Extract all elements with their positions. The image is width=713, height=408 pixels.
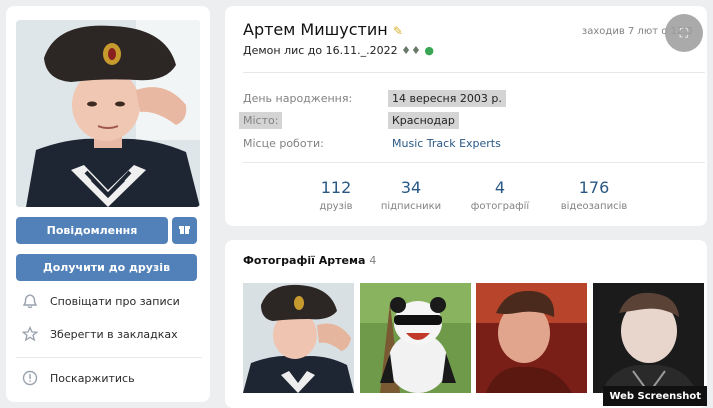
image-search-badge-icon: ⛶ (665, 14, 703, 52)
report-label: Поскаржитись (50, 371, 135, 385)
notify-posts-item[interactable]: Сповіщати про записи (20, 291, 180, 311)
photos-title[interactable]: Фотографії Артема 4 (243, 254, 376, 267)
report-item[interactable]: Поскаржитись (20, 368, 135, 388)
gift-icon (179, 224, 190, 238)
bookmark-item[interactable]: Зберегти в закладках (20, 324, 178, 344)
profile-name: Артем Мишустин ✎ (243, 20, 403, 39)
city-label: Місто: (239, 112, 283, 129)
message-button[interactable]: Повідомлення (16, 217, 168, 244)
photo-thumb-3[interactable] (476, 283, 587, 393)
photo-thumb-1[interactable] (243, 283, 354, 393)
counter-videos-num: 176 (578, 178, 610, 197)
counter-followers[interactable]: 34 підписники (366, 178, 456, 212)
bell-icon (20, 291, 40, 311)
work-link[interactable]: Music Track Experts (392, 137, 501, 150)
birthday-label: День народження: (243, 92, 353, 105)
star-icon (20, 324, 40, 344)
photos-count: 4 (369, 254, 377, 267)
profile-info-card: Артем Мишустин ✎ Демон лис до 16.11._.20… (225, 6, 707, 226)
counter-photos[interactable]: 4 фотографії (455, 178, 545, 212)
counter-followers-num: 34 (400, 178, 422, 197)
counter-photos-num: 4 (494, 178, 506, 197)
status-green-emoji-icon: ● (424, 44, 434, 57)
photos-card: Фотографії Артема 4 Web Screenshot (225, 240, 707, 408)
pin-emoji-icon: ✎ (392, 24, 403, 38)
menu-divider (16, 357, 202, 358)
add-friend-button[interactable]: Долучити до друзів (16, 254, 197, 281)
work-label: Місце роботи: (243, 137, 324, 150)
counters-separator (243, 162, 705, 163)
header-separator (243, 72, 705, 73)
bookmark-label: Зберегти в закладках (50, 327, 178, 341)
photo-thumb-2[interactable] (360, 283, 471, 393)
status-emoji-icon: ♦♦ (401, 44, 421, 57)
counter-photos-label: фотографії (470, 201, 530, 212)
left-sidebar: Повідомлення Долучити до друзів Сповіщат… (6, 6, 210, 402)
counter-videos[interactable]: 176 відеозаписів (549, 178, 639, 212)
city-value[interactable]: Краснодар (388, 112, 459, 129)
counter-followers-label: підписники (380, 201, 442, 212)
warning-icon (20, 368, 40, 388)
profile-status[interactable]: Демон лис до 16.11._.2022 ♦♦ ● (243, 44, 434, 57)
web-screenshot-watermark: Web Screenshot (603, 386, 707, 406)
gift-button[interactable] (172, 217, 197, 244)
counter-videos-label: відеозаписів (560, 201, 628, 212)
photo-thumb-4[interactable] (593, 283, 704, 393)
profile-avatar[interactable] (16, 20, 200, 207)
notify-posts-label: Сповіщати про записи (50, 294, 180, 308)
birthday-value[interactable]: 14 вересня 2003 р. (388, 90, 506, 107)
